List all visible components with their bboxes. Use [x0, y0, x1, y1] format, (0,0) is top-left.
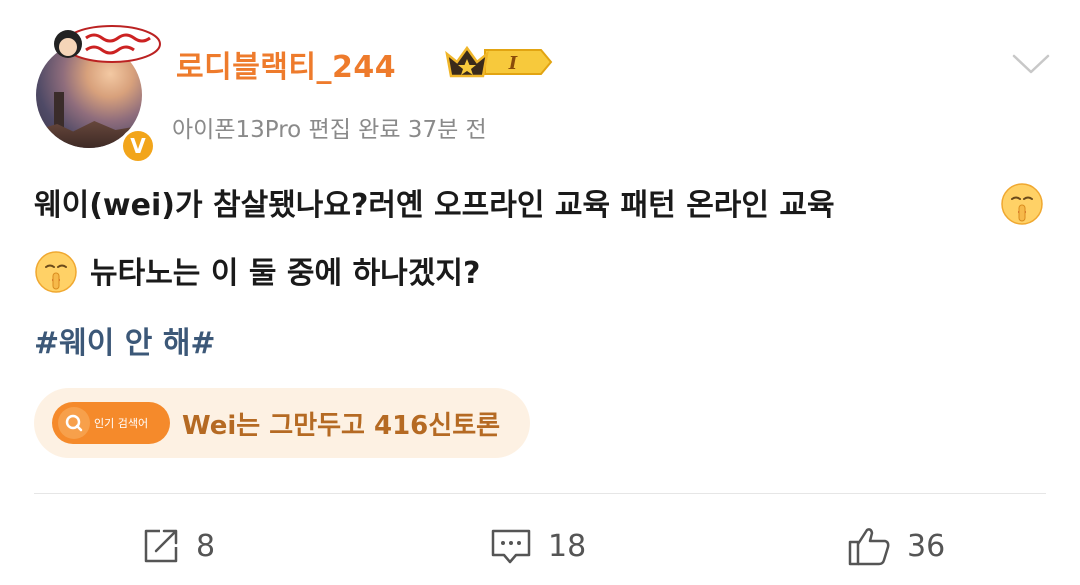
- hashtag-link[interactable]: #웨이 안 해#: [34, 318, 216, 362]
- hot-search-pill[interactable]: 인기 검색어 Wei는 그만두고 416신토론: [34, 388, 530, 458]
- shush-emoji-icon: [1001, 183, 1043, 225]
- like-button[interactable]: 36: [845, 520, 945, 572]
- post-text-line-2: 뉴타노는 이 둘 중에 하나겠지?: [90, 256, 481, 291]
- chevron-down-icon[interactable]: [1008, 44, 1054, 84]
- hot-search-tag: 인기 검색어: [94, 417, 149, 430]
- divider: [34, 493, 1046, 494]
- avatar-sticker-icon: [54, 25, 161, 63]
- verified-badge-icon: V: [120, 128, 156, 164]
- level-badge-text: I: [508, 53, 518, 74]
- comment-count: 18: [548, 528, 587, 564]
- comment-button[interactable]: 18: [488, 520, 586, 572]
- search-icon: [58, 407, 90, 439]
- post-meta: 아이폰13Pro 편집 완료 37분 전: [172, 117, 487, 143]
- shush-emoji-icon: [35, 251, 77, 293]
- hot-search-badge: 인기 검색어: [52, 402, 170, 444]
- share-button[interactable]: 8: [140, 520, 215, 572]
- hot-search-text: Wei는 그만두고 416신토론: [182, 410, 501, 441]
- share-count: 8: [196, 528, 216, 564]
- avatar-container[interactable]: V: [34, 20, 161, 164]
- like-count: 36: [907, 528, 946, 564]
- share-icon: [144, 529, 178, 563]
- comment-icon: [491, 529, 531, 564]
- post-text-line-1: 웨이(wei)가 참살됐나요?러옌 오프라인 교육 패턴 온라인 교육: [34, 188, 835, 223]
- username[interactable]: 로디블랙티_244: [176, 42, 396, 86]
- crown-level-badge-icon: I: [445, 45, 553, 78]
- thumbs-up-icon: [848, 528, 890, 566]
